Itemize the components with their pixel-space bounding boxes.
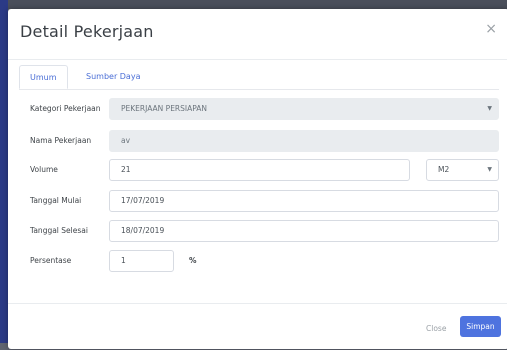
form-row-tanggal-selesai: Tanggal Selesai 18/07/2019	[19, 220, 499, 242]
percent-suffix: %	[189, 256, 197, 265]
kategori-label: Kategori Pekerjaan	[30, 104, 101, 113]
volume-value: 21	[121, 165, 131, 174]
persentase-value: 1	[121, 256, 126, 265]
volume-input[interactable]: 21	[109, 159, 410, 181]
nama-value: av	[121, 136, 131, 145]
chevron-down-icon: ▼	[487, 166, 492, 173]
persentase-input[interactable]: 1	[109, 250, 174, 272]
save-button[interactable]: Simpan	[460, 316, 501, 337]
persentase-label: Persentase	[30, 256, 72, 265]
form-row-persentase: Persentase 1 %	[19, 250, 499, 272]
tab-sumber-daya[interactable]: Sumber Daya	[76, 65, 150, 89]
detail-pekerjaan-modal: Detail Pekerjaan × Umum Sumber Daya Kate…	[8, 9, 507, 349]
form-row-tanggal-mulai: Tanggal Mulai 17/07/2019	[19, 190, 499, 212]
tanggal-mulai-input[interactable]: 17/07/2019	[109, 190, 499, 212]
modal-header: Detail Pekerjaan ×	[8, 9, 507, 60]
close-button[interactable]: Close	[426, 324, 446, 333]
form-row-nama: Nama Pekerjaan av	[19, 130, 499, 152]
tab-umum[interactable]: Umum	[19, 65, 68, 89]
nama-label: Nama Pekerjaan	[30, 136, 92, 145]
tanggal-mulai-label: Tanggal Mulai	[30, 196, 82, 205]
tanggal-selesai-label: Tanggal Selesai	[30, 226, 88, 235]
chevron-down-icon: ▼	[487, 105, 492, 112]
unit-value: M2	[438, 165, 450, 174]
tanggal-selesai-value: 18/07/2019	[121, 226, 165, 235]
kategori-value: PEKERJAAN PERSIAPAN	[121, 104, 208, 113]
modal-title: Detail Pekerjaan	[20, 22, 154, 41]
nama-input[interactable]: av	[109, 130, 499, 152]
close-icon[interactable]: ×	[485, 21, 497, 37]
tab-bar: Umum Sumber Daya	[19, 65, 499, 90]
unit-select[interactable]: M2 ▼	[426, 159, 499, 181]
form-row-kategori: Kategori Pekerjaan PEKERJAAN PERSIAPAN ▼	[19, 98, 499, 120]
tanggal-selesai-input[interactable]: 18/07/2019	[109, 220, 499, 242]
volume-label: Volume	[30, 165, 58, 174]
backdrop-sidebar	[0, 0, 8, 343]
tanggal-mulai-value: 17/07/2019	[121, 196, 165, 205]
form-row-volume: Volume 21 M2 ▼	[19, 159, 499, 181]
backdrop	[0, 0, 507, 9]
kategori-select[interactable]: PEKERJAAN PERSIAPAN ▼	[109, 98, 499, 120]
